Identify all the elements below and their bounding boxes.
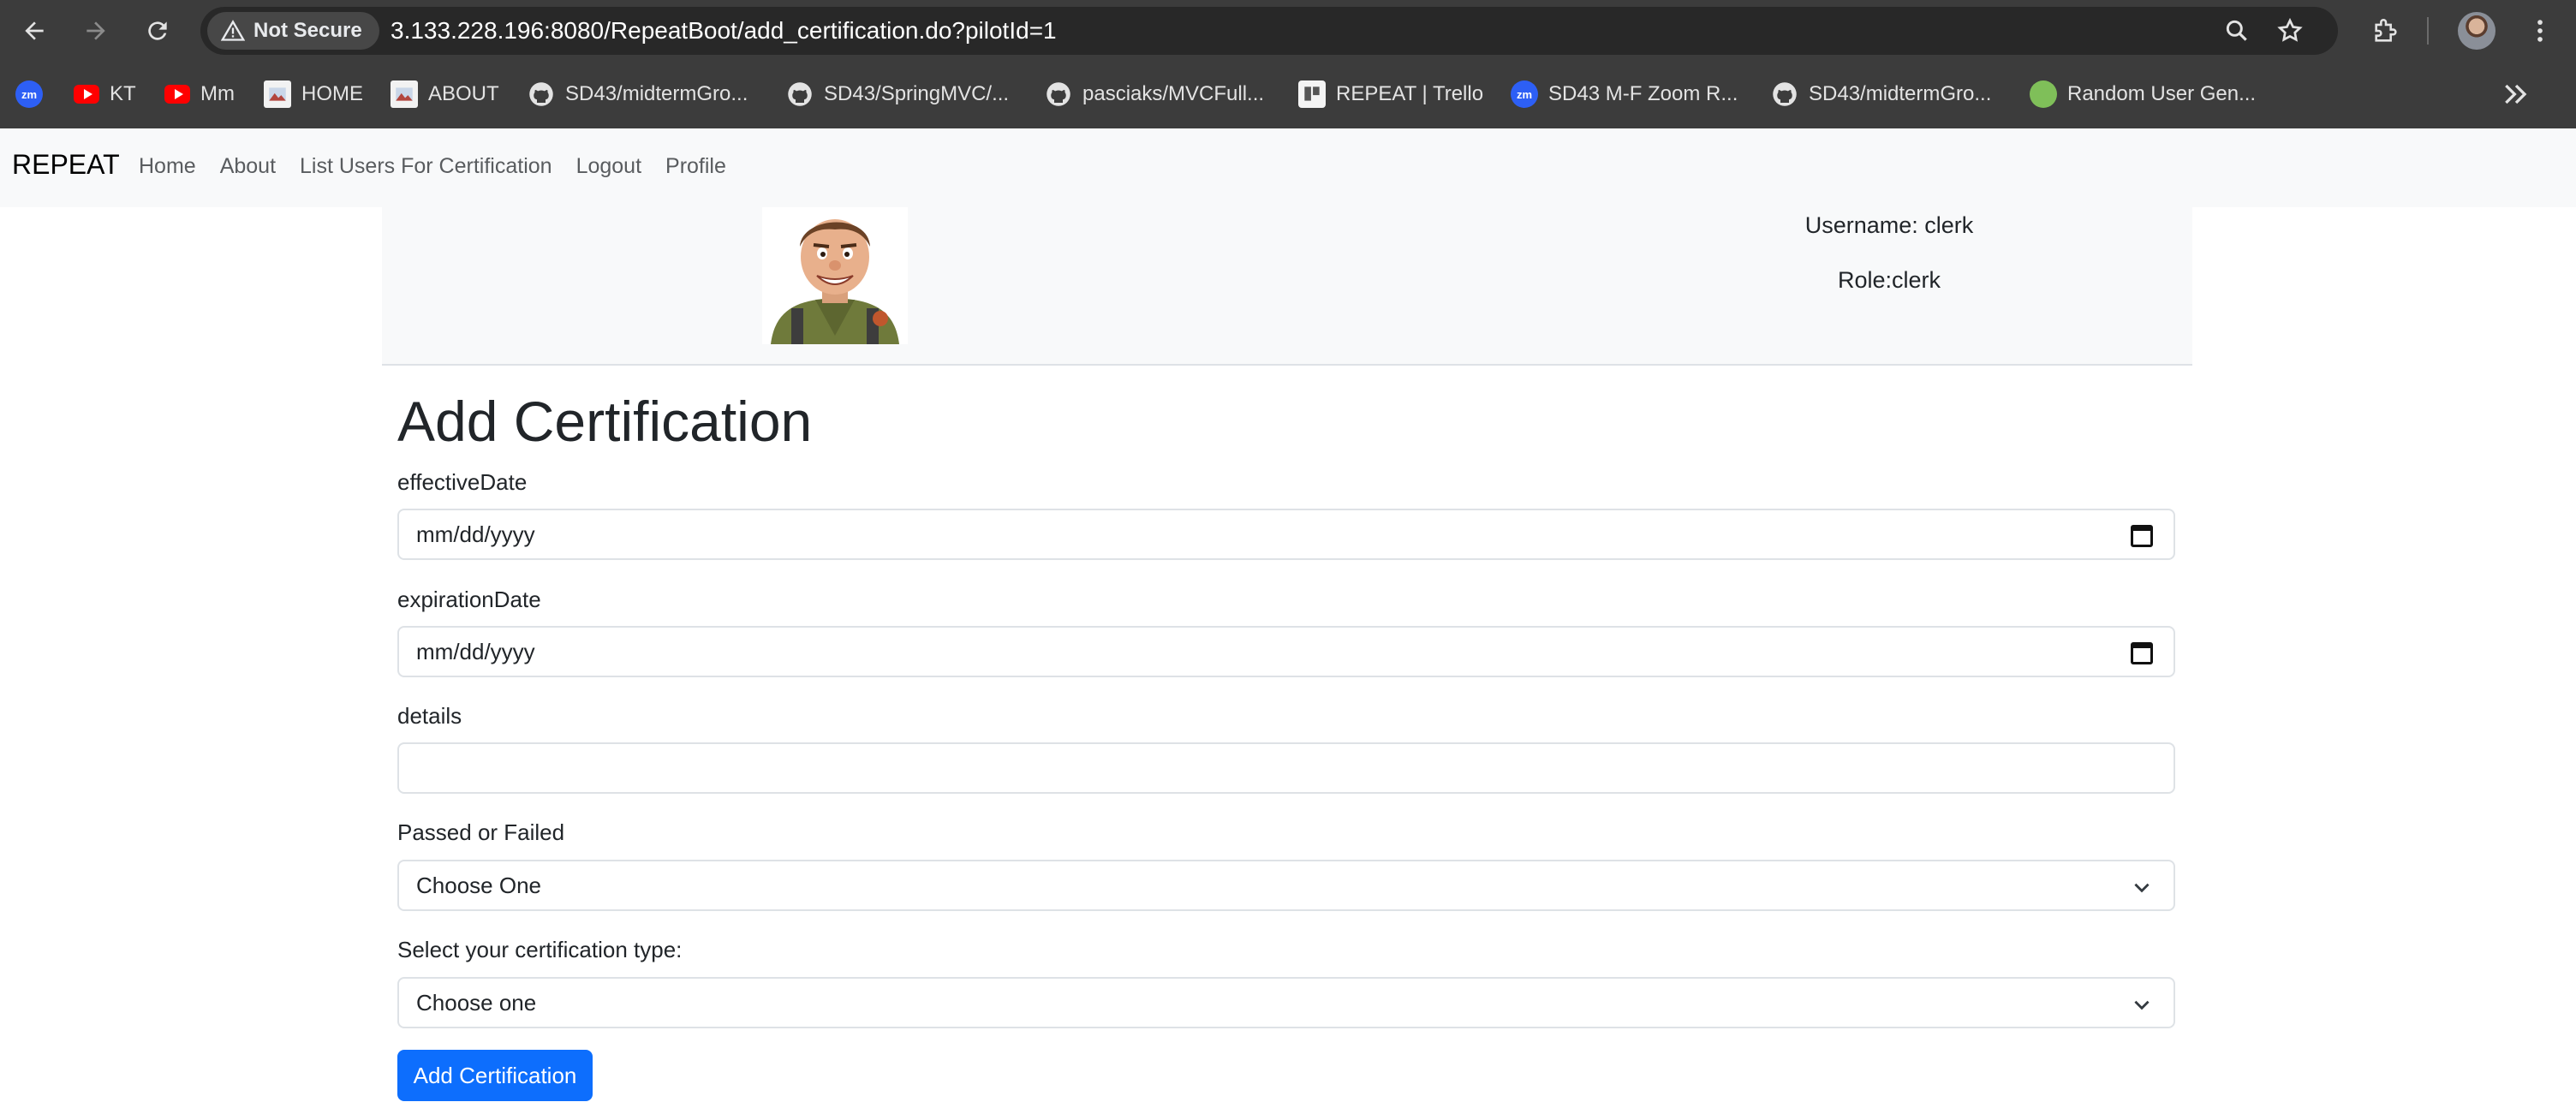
back-button[interactable] <box>14 10 55 51</box>
bookmark-label: SD43 M-F Zoom R... <box>1548 82 1738 105</box>
calendar-icon[interactable] <box>2131 525 2153 547</box>
bookmark-random-user[interactable]: Random User Gen... <box>2030 77 2256 111</box>
bookmark-trello[interactable]: REPEAT | Trello <box>1298 77 1483 111</box>
github-icon <box>786 80 814 108</box>
github-icon <box>528 80 555 108</box>
passed-failed-select[interactable]: Choose One <box>397 860 2175 911</box>
site-icon <box>264 80 291 108</box>
chevron-down-icon <box>2134 883 2150 893</box>
effective-date-label: effectiveDate <box>397 469 528 495</box>
bookmark-label: SD43/SpringMVC/... <box>824 82 1010 105</box>
calendar-icon[interactable] <box>2131 642 2153 664</box>
bookmark-label: KT <box>110 82 136 105</box>
pilot-avatar-image <box>762 207 908 344</box>
cert-type-select[interactable]: Choose one <box>397 977 2175 1028</box>
details-field[interactable] <box>397 742 2175 794</box>
effective-date-placeholder: mm/dd/yyyy <box>416 521 535 547</box>
details-label: details <box>397 703 462 729</box>
youtube-icon <box>74 85 99 104</box>
nav-link-list-users[interactable]: List Users For Certification <box>300 154 552 179</box>
profile-avatar[interactable] <box>2458 12 2496 50</box>
expiration-date-field[interactable]: mm/dd/yyyy <box>397 626 2175 677</box>
bookmark-label: REPEAT | Trello <box>1336 82 1484 105</box>
passed-failed-label: Passed or Failed <box>397 819 565 845</box>
app-navbar: REPEAT Home About List Users For Certifi… <box>0 128 2576 207</box>
bookmark-about[interactable]: ABOUT <box>391 77 499 111</box>
effective-date-field[interactable]: mm/dd/yyyy <box>397 509 2175 560</box>
bookmark-kt[interactable]: KT <box>74 77 136 111</box>
zoom-icon: zm <box>1511 80 1538 108</box>
bookmark-mm[interactable]: Mm <box>164 77 235 111</box>
warning-icon <box>221 20 245 41</box>
bookmark-github-midterm[interactable]: SD43/midtermGro... <box>528 77 748 111</box>
nav-link-about[interactable]: About <box>220 154 276 179</box>
site-icon <box>391 80 418 108</box>
bookmark-label: ABOUT <box>428 82 499 105</box>
nav-link-home[interactable]: Home <box>139 154 196 179</box>
bookmark-home[interactable]: HOME <box>264 77 363 111</box>
bookmark-label: SD43/midtermGro... <box>1809 82 1992 105</box>
menu-button[interactable] <box>2523 14 2557 48</box>
cert-type-selected: Choose one <box>416 989 537 1016</box>
forward-button[interactable] <box>75 10 116 51</box>
bookmark-label: Mm <box>200 82 235 105</box>
passed-failed-selected: Choose One <box>416 872 541 898</box>
profile-header: Username: clerk Role:clerk <box>382 207 2192 366</box>
bookmarks-bar: zm KT Mm HOME ABOUT SD43/midtermGro... S… <box>0 62 2576 128</box>
zoom-icon: zm <box>15 80 43 108</box>
bookmark-github-pasciaks[interactable]: pasciaks/MVCFull... <box>1045 77 1264 111</box>
star-icon <box>2277 17 2303 42</box>
double-chevron-right-icon[interactable] <box>2499 77 2533 111</box>
nav-link-logout[interactable]: Logout <box>576 154 641 179</box>
magnifier-icon <box>2226 20 2247 41</box>
url-text[interactable]: 3.133.228.196:8080/RepeatBoot/add_certif… <box>391 7 1057 55</box>
toolbar-divider <box>2427 17 2429 45</box>
address-bar[interactable]: Not Secure 3.133.228.196:8080/RepeatBoot… <box>200 7 2338 55</box>
bookmark-zoom-room[interactable]: zm SD43 M-F Zoom R... <box>1511 77 1738 111</box>
kebab-menu-icon <box>2537 20 2543 42</box>
bookmark-github-midterm-2[interactable]: SD43/midtermGro... <box>1771 77 1991 111</box>
add-certification-button[interactable]: Add Certification <box>397 1050 593 1101</box>
bookmark-star-button[interactable] <box>2275 15 2305 46</box>
role-text: Role:clerk <box>1837 267 1941 293</box>
chevron-down-icon <box>2134 1000 2150 1010</box>
reload-icon <box>148 21 167 40</box>
random-user-icon <box>2030 80 2057 108</box>
browser-toolbar: Not Secure 3.133.228.196:8080/RepeatBoot… <box>0 0 2576 62</box>
youtube-icon <box>164 85 190 104</box>
arrow-left-icon <box>25 21 44 40</box>
github-icon <box>1771 80 1798 108</box>
bookmark-label: pasciaks/MVCFull... <box>1082 82 1265 105</box>
expiration-date-placeholder: mm/dd/yyyy <box>416 638 535 664</box>
expiration-date-label: expirationDate <box>397 587 541 612</box>
reload-button[interactable] <box>137 10 178 51</box>
trello-icon <box>1298 80 1326 108</box>
nav-link-profile[interactable]: Profile <box>665 154 726 179</box>
puzzle-icon <box>2375 19 2397 42</box>
arrow-right-icon <box>86 21 105 40</box>
username-text: Username: clerk <box>1804 212 1974 238</box>
details-input[interactable] <box>416 744 2156 792</box>
navbar-links: Home About List Users For Certification … <box>139 154 750 179</box>
bookmark-label: SD43/midtermGro... <box>565 82 748 105</box>
cert-type-label: Select your certification type: <box>397 937 683 962</box>
bookmark-label: Random User Gen... <box>2067 82 2257 105</box>
bookmark-github-springmvc[interactable]: SD43/SpringMVC/... <box>786 77 1009 111</box>
security-label: Not Secure <box>253 19 362 42</box>
zoom-page-button[interactable] <box>2221 15 2252 46</box>
page-title: Add Certification <box>397 390 813 453</box>
navbar-brand[interactable]: REPEAT <box>12 149 120 181</box>
github-icon <box>1045 80 1072 108</box>
extensions-button[interactable] <box>2369 14 2403 48</box>
security-indicator[interactable]: Not Secure <box>207 12 379 50</box>
bookmark-label: HOME <box>301 82 363 105</box>
bookmark-zoom[interactable]: zm <box>15 77 43 111</box>
